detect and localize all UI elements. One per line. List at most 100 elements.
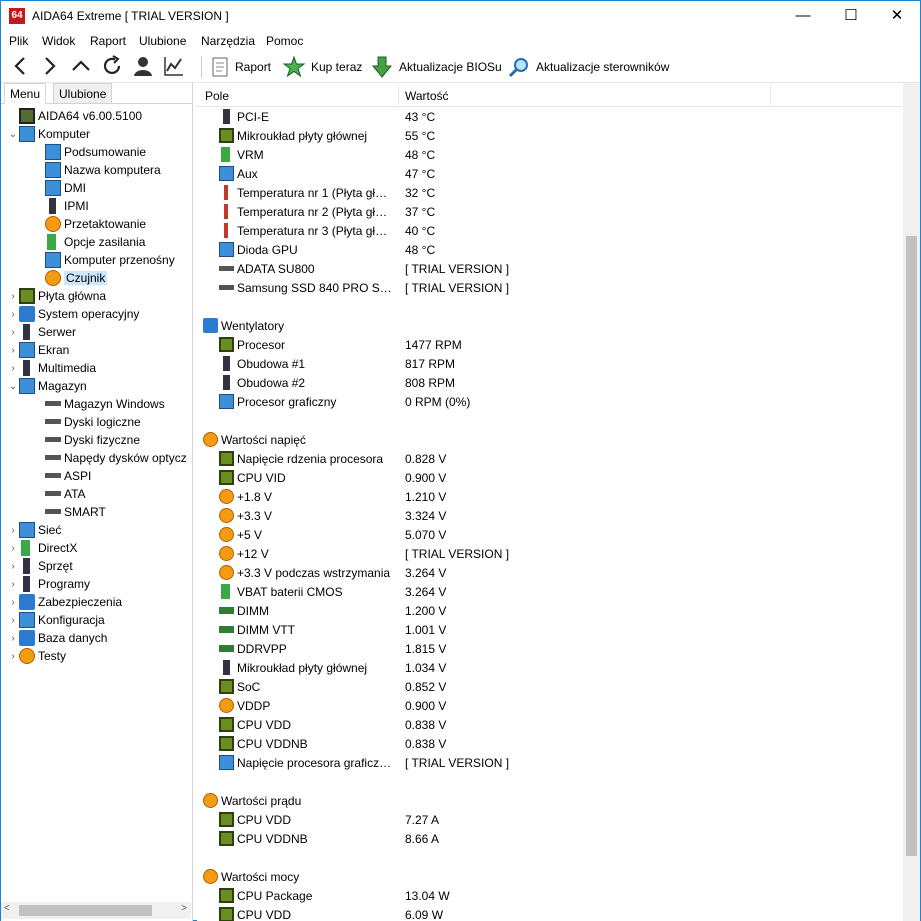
tree-item[interactable]: › Baza danych xyxy=(7,629,107,647)
tree-item[interactable]: › Sieć xyxy=(7,521,61,539)
sensor-row[interactable]: +3.3 V podczas wstrzymania 3.264 V xyxy=(197,563,902,582)
chevron-right-icon[interactable]: › xyxy=(7,309,19,320)
chevron-down-icon[interactable]: ⌄ xyxy=(7,129,19,140)
sensor-row[interactable]: Obudowa #1 817 RPM xyxy=(197,354,902,373)
sensor-row[interactable]: CPU VDDNB 8.66 A xyxy=(197,829,902,848)
menu-pomoc[interactable]: Pomoc xyxy=(266,34,303,48)
menu-narzedzia[interactable]: Narzędzia xyxy=(201,34,255,48)
tree-item[interactable]: Magazyn Windows xyxy=(45,395,165,413)
tree-item[interactable]: IPMI xyxy=(45,197,89,215)
tree-item[interactable]: DMI xyxy=(45,179,86,197)
sensor-row[interactable]: +5 V 5.070 V xyxy=(197,525,902,544)
sensor-row[interactable]: +1.8 V 1.210 V xyxy=(197,487,902,506)
tree-item[interactable]: ATA xyxy=(45,485,86,503)
tree-item[interactable]: › Multimedia xyxy=(7,359,96,377)
sensor-row[interactable]: PCI-E 43 °C xyxy=(197,107,902,126)
sensor-row[interactable]: Mikroukład płyty głównej 1.034 V xyxy=(197,658,902,677)
sensor-row[interactable]: DIMM 1.200 V xyxy=(197,601,902,620)
group-header[interactable]: Wartości prądu xyxy=(197,791,902,810)
title-bar[interactable]: 64 AIDA64 Extreme [ TRIAL VERSION ] — ☐ … xyxy=(1,1,920,31)
refresh-icon[interactable] xyxy=(100,54,124,78)
sensor-row[interactable]: ADATA SU800 [ TRIAL VERSION ] xyxy=(197,259,902,278)
bios-update-button[interactable]: Aktualizacje BIOSu xyxy=(371,55,502,79)
chevron-right-icon[interactable]: › xyxy=(7,615,19,626)
sensor-row[interactable]: SoC 0.852 V xyxy=(197,677,902,696)
sensor-row[interactable]: CPU Package 13.04 W xyxy=(197,886,902,905)
sensor-row[interactable]: +3.3 V 3.324 V xyxy=(197,506,902,525)
chevron-right-icon[interactable]: › xyxy=(7,543,19,554)
sensor-row[interactable]: CPU VDD 7.27 A xyxy=(197,810,902,829)
scroll-left-icon[interactable]: < xyxy=(4,903,10,914)
tree-item[interactable]: Opcje zasilania xyxy=(45,233,145,251)
chevron-right-icon[interactable]: › xyxy=(7,525,19,536)
sensor-row[interactable]: VRM 48 °C xyxy=(197,145,902,164)
tab-menu[interactable]: Menu xyxy=(4,83,47,104)
group-header[interactable]: Wartości napięć xyxy=(197,430,902,449)
tab-ulubione[interactable]: Ulubione xyxy=(53,83,113,104)
chevron-down-icon[interactable]: ⌄ xyxy=(7,381,19,392)
tree-item[interactable]: ⌄ Komputer xyxy=(7,125,90,143)
sensor-row[interactable]: CPU VDD 6.09 W xyxy=(197,905,902,921)
sensor-row[interactable]: Napięcie rdzenia procesora 0.828 V xyxy=(197,449,902,468)
chevron-right-icon[interactable]: › xyxy=(7,561,19,572)
tree-item[interactable]: › Sprzęt xyxy=(7,557,73,575)
buy-button[interactable]: Kup teraz xyxy=(283,55,362,79)
menu-plik[interactable]: Plik xyxy=(9,34,28,48)
tree-item[interactable]: ASPI xyxy=(45,467,91,485)
tree-item[interactable]: Nazwa komputera xyxy=(45,161,161,179)
tree-item[interactable]: › Testy xyxy=(7,647,66,665)
driver-update-button[interactable]: Aktualizacje sterowników xyxy=(508,55,669,79)
minimize-button[interactable]: — xyxy=(780,1,826,31)
tree-item[interactable]: › Ekran xyxy=(7,341,69,359)
sensor-row[interactable]: Procesor graficzny 0 RPM (0%) xyxy=(197,392,902,411)
tree-item[interactable]: Czujnik xyxy=(45,269,108,287)
close-button[interactable]: ✕ xyxy=(874,1,920,31)
sensor-row[interactable]: Samsung SSD 840 PRO Series [ TRIAL VERSIO… xyxy=(197,278,902,297)
sensor-row[interactable]: DDRVPP 1.815 V xyxy=(197,639,902,658)
sensor-row[interactable]: Dioda GPU 48 °C xyxy=(197,240,902,259)
tree-item[interactable]: Dyski fizyczne xyxy=(45,431,140,449)
tree-item[interactable]: › System operacyjny xyxy=(7,305,139,323)
tree-item[interactable]: Napędy dysków optycz xyxy=(45,449,187,467)
sensor-row[interactable]: CPU VID 0.900 V xyxy=(197,468,902,487)
tree-item[interactable]: SMART xyxy=(45,503,106,521)
sensor-row[interactable]: CPU VDD 0.838 V xyxy=(197,715,902,734)
column-value-header[interactable]: Wartość xyxy=(405,89,449,103)
back-icon[interactable] xyxy=(9,54,33,78)
sensor-row[interactable]: +12 V [ TRIAL VERSION ] xyxy=(197,544,902,563)
tree-item[interactable]: Przetaktowanie xyxy=(45,215,146,233)
chevron-right-icon[interactable]: › xyxy=(7,291,19,302)
chevron-right-icon[interactable]: › xyxy=(7,597,19,608)
sensor-row[interactable]: VBAT baterii CMOS 3.264 V xyxy=(197,582,902,601)
sensor-row[interactable]: VDDP 0.900 V xyxy=(197,696,902,715)
sensor-row[interactable]: Temperatura nr 3 (Płyta główna) 40 °C xyxy=(197,221,902,240)
column-field-header[interactable]: Pole xyxy=(205,89,229,103)
horizontal-scrollbar[interactable]: < > xyxy=(1,902,191,919)
tree-item[interactable]: Komputer przenośny xyxy=(45,251,175,269)
chevron-right-icon[interactable]: › xyxy=(7,579,19,590)
vertical-scrollbar[interactable] xyxy=(903,83,920,921)
sensor-row[interactable]: Temperatura nr 1 (Płyta główna) 32 °C xyxy=(197,183,902,202)
group-header[interactable]: Wartości mocy xyxy=(197,867,902,886)
sensor-row[interactable]: Napięcie procesora graficznego [ TRIAL VE… xyxy=(197,753,902,772)
chevron-right-icon[interactable]: › xyxy=(7,363,19,374)
report-button[interactable]: Raport xyxy=(211,55,271,79)
group-header[interactable]: Wentylatory xyxy=(197,316,902,335)
tree-item[interactable]: › Konfiguracja xyxy=(7,611,105,629)
column-divider[interactable] xyxy=(398,85,399,105)
sensor-row[interactable]: Aux 47 °C xyxy=(197,164,902,183)
sensor-row[interactable]: Procesor 1477 RPM xyxy=(197,335,902,354)
menu-raport[interactable]: Raport xyxy=(90,34,126,48)
tree-item[interactable]: AIDA64 v6.00.5100 xyxy=(7,107,142,125)
maximize-button[interactable]: ☐ xyxy=(828,1,874,31)
tree-item[interactable]: › Programy xyxy=(7,575,90,593)
chevron-right-icon[interactable]: › xyxy=(7,345,19,356)
tree-item[interactable]: › Zabezpieczenia xyxy=(7,593,122,611)
menu-ulubione[interactable]: Ulubione xyxy=(139,34,186,48)
sensor-row[interactable]: Mikroukład płyty głównej 55 °C xyxy=(197,126,902,145)
scroll-thumb[interactable] xyxy=(906,236,917,856)
chevron-right-icon[interactable]: › xyxy=(7,327,19,338)
chevron-right-icon[interactable]: › xyxy=(7,651,19,662)
menu-widok[interactable]: Widok xyxy=(42,34,75,48)
up-icon[interactable] xyxy=(69,54,93,78)
